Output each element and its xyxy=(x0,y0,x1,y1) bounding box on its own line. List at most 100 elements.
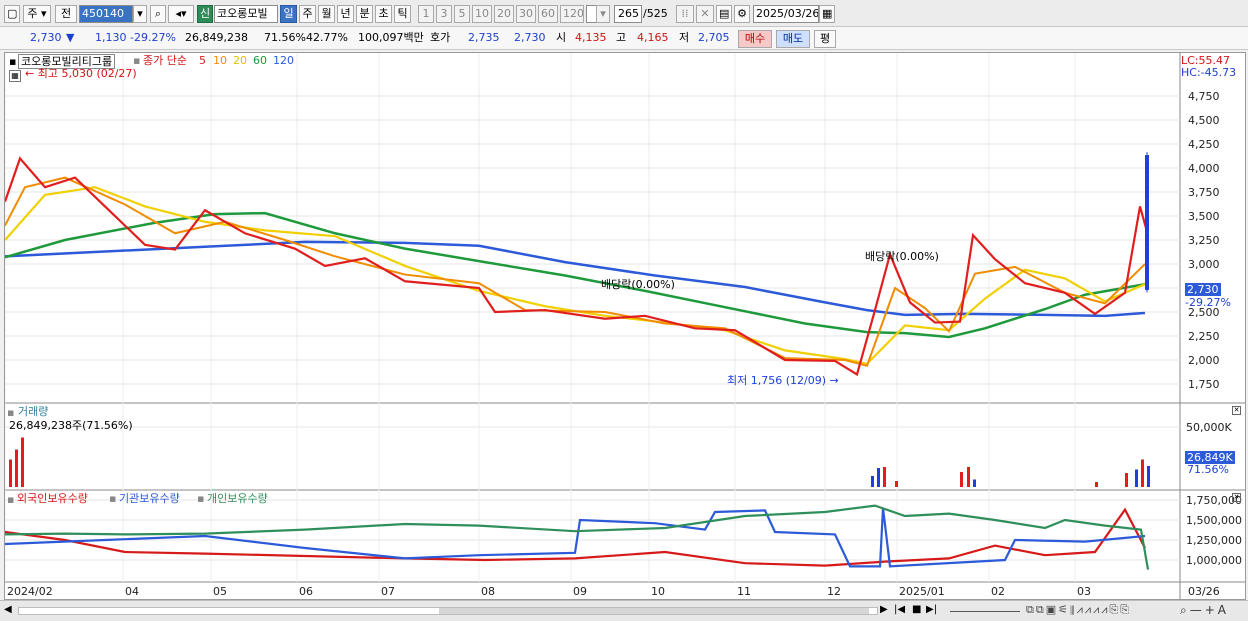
dividend-note-2: 배당락(0.00%) xyxy=(865,250,939,263)
volume-bar xyxy=(877,468,880,487)
prev-button[interactable]: 전 xyxy=(55,5,77,23)
ma-5-label: 5 xyxy=(199,54,206,67)
chart-area[interactable]: 4,750 4,500 4,250 4,000 3,750 3,500 3,250 3,000… xyxy=(4,52,1246,600)
save-icon[interactable]: ▤ xyxy=(716,5,732,23)
x-axis-label: 03 xyxy=(1077,585,1091,598)
date-input[interactable]: 2025/03/26 xyxy=(753,5,819,23)
tab-day[interactable]: 일 xyxy=(280,5,297,23)
calendar-icon[interactable]: ▦ xyxy=(819,5,835,23)
open-label: 시 xyxy=(556,31,567,44)
tab-week[interactable]: 주 xyxy=(299,5,316,23)
price-y-tick: 1,750 xyxy=(1188,378,1220,391)
ma-60-label: 60 xyxy=(253,54,267,67)
bid-label: 호가 xyxy=(430,31,451,44)
x-axis-label: 2025/01 xyxy=(899,585,945,598)
institution-holding-label: 기관보유수량 xyxy=(119,492,180,505)
high-note: ← 최고 5,030 (02/27) xyxy=(25,67,137,80)
calendar-icon[interactable]: ▦ xyxy=(9,70,21,82)
tab-minute[interactable]: 분 xyxy=(356,5,373,23)
price-y-tick: 2,000 xyxy=(1188,354,1220,367)
scroll-thumb[interactable] xyxy=(439,608,869,614)
volume-handle-icon[interactable]: ▪ xyxy=(7,406,14,419)
interval-10[interactable]: 10 xyxy=(472,5,492,23)
current-price: 2,730 xyxy=(30,31,62,44)
ma-120-line xyxy=(5,240,1146,318)
interval-60[interactable]: 60 xyxy=(538,5,558,23)
open-price: 4,135 xyxy=(575,31,607,44)
scroll-bar: ◀ ▶ |◀ ■ ▶| ⧉⧉▣⚟⫴⩘⩘⩘⩘⎘⎘ ⌕—+A xyxy=(0,600,1248,621)
change-percent: -29.27% xyxy=(130,31,176,44)
volume-bar xyxy=(973,479,976,487)
dividend-note-1: 배당락(0.00%) xyxy=(601,278,675,291)
tab-month[interactable]: 월 xyxy=(318,5,335,23)
play-icon[interactable]: ▶| xyxy=(926,604,937,615)
interval-5[interactable]: 5 xyxy=(454,5,470,23)
interval-20[interactable]: 20 xyxy=(494,5,514,23)
search-icon[interactable]: ⌕ xyxy=(150,5,166,23)
x-axis-label: 2024/02 xyxy=(7,585,53,598)
market-select[interactable]: 주 ▾ xyxy=(23,5,51,23)
back-icon[interactable]: ◂▾ xyxy=(168,5,194,23)
holding-y-tick: 1,250,000 xyxy=(1186,534,1242,547)
interval-3[interactable]: 3 xyxy=(436,5,452,23)
code-dropdown-icon[interactable]: ▾ xyxy=(133,5,147,23)
low-price: 2,705 xyxy=(698,31,730,44)
change-value: 1,130 xyxy=(95,31,127,44)
buy-button[interactable]: 매수 xyxy=(738,30,772,48)
holding-handle-icon[interactable]: ▪ xyxy=(7,493,14,506)
quote-bar: 2,730 ▼ 1,130 -29.27% 26,849,238 71.56% … xyxy=(0,27,1248,50)
new-badge: 신 xyxy=(197,5,213,23)
stock-name-field[interactable]: 코오롱모빌 xyxy=(214,5,278,23)
high-note-text: 최고 5,030 (02/27) xyxy=(37,67,137,80)
panel-handle-icon[interactable]: ▪ xyxy=(9,55,17,68)
tab-tick[interactable]: 틱 xyxy=(394,5,411,23)
x-axis-label: 06 xyxy=(299,585,313,598)
tab-year[interactable]: 년 xyxy=(337,5,354,23)
x-axis-label: 11 xyxy=(737,585,751,598)
volume-bar xyxy=(967,467,970,487)
down-arrow-icon: ▼ xyxy=(66,31,75,44)
holding-y-tick: 1,000,000 xyxy=(1186,554,1242,567)
crosshair-icon[interactable]: ✕ xyxy=(696,5,714,23)
chart-type-icon[interactable]: ▢ xyxy=(4,5,20,23)
volume-y-tick: 50,000K xyxy=(1186,421,1232,434)
sell-button[interactable]: 매도 xyxy=(776,30,810,48)
price-y-tick: 4,000 xyxy=(1188,162,1220,175)
count-input[interactable]: 265 xyxy=(614,5,642,23)
volume-bar xyxy=(1095,482,1098,487)
last-candle-body xyxy=(1145,155,1149,290)
volume-close-icon[interactable]: ✕ xyxy=(1232,406,1241,415)
rewind-icon[interactable]: |◀ xyxy=(894,604,905,615)
x-axis-label: 08 xyxy=(481,585,495,598)
settings-icon[interactable]: ⚙ xyxy=(734,5,750,23)
toolbar: ▢ 주 ▾ 전 450140 ▾ ⌕ ◂▾ 신 코오롱모빌 일 주 월 년 분 … xyxy=(0,0,1248,27)
hc-label: HC:-45.73 xyxy=(1181,66,1237,79)
ma-5-line xyxy=(5,156,1150,377)
price-tag-pct: -29.27% xyxy=(1185,296,1231,309)
volume-bar xyxy=(1141,459,1144,487)
scroll-right-icon[interactable]: ▶ xyxy=(880,604,888,615)
x-axis-end-label: 03/26 xyxy=(1188,585,1220,598)
price-tag: 2,730 xyxy=(1185,283,1221,296)
interval-30[interactable]: 30 xyxy=(516,5,536,23)
interval-1[interactable]: 1 xyxy=(418,5,434,23)
holding-close-icon[interactable]: ✕ xyxy=(1232,493,1241,502)
tab-second[interactable]: 초 xyxy=(375,5,392,23)
zoom-icon[interactable]: ⌕—+A xyxy=(1180,603,1229,618)
price-y-tick: 3,750 xyxy=(1188,186,1220,199)
scroll-track[interactable] xyxy=(18,607,878,615)
grid-icon[interactable]: ⁞⁞ xyxy=(676,5,694,23)
bid-price-1: 2,735 xyxy=(468,31,500,44)
tool-icons[interactable]: ⧉⧉▣⚟⫴⩘⩘⩘⩘⎘⎘ xyxy=(1026,603,1131,617)
interval-dropdown-icon[interactable]: ▾ xyxy=(596,5,610,23)
eval-button[interactable]: 평 xyxy=(814,30,836,48)
zoom-slider[interactable] xyxy=(950,611,1020,612)
bid-price-2: 2,730 xyxy=(514,31,546,44)
interval-120[interactable]: 120 xyxy=(560,5,584,23)
stop-icon[interactable]: ■ xyxy=(912,604,921,615)
code-input[interactable]: 450140 xyxy=(79,5,133,23)
ma-20-label: 20 xyxy=(233,54,247,67)
x-axis-label: 09 xyxy=(573,585,587,598)
scroll-left-icon[interactable]: ◀ xyxy=(4,604,16,618)
x-axis-label: 05 xyxy=(213,585,227,598)
